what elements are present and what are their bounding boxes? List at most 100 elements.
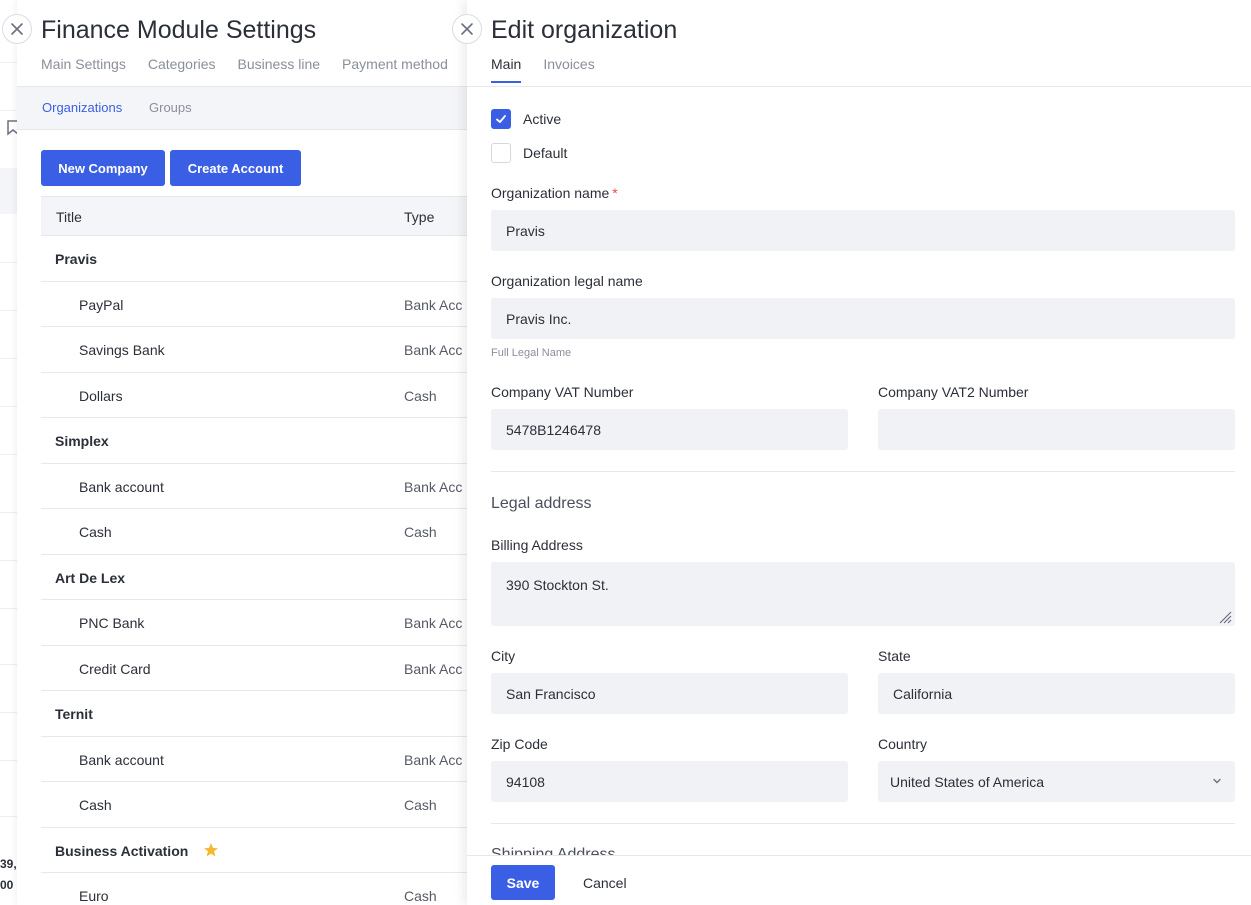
state-label: State (878, 648, 911, 664)
save-button[interactable]: Save (491, 865, 555, 900)
city-input[interactable] (491, 673, 848, 714)
create-account-button[interactable]: Create Account (170, 150, 301, 186)
row-type: Bank Acc (404, 751, 463, 768)
table-row[interactable]: Dollars Cash (41, 373, 467, 418)
legal-name-label: Organization legal name (491, 273, 643, 289)
bg-number: 00 (0, 878, 14, 892)
column-title-header[interactable]: Title (56, 209, 82, 225)
tab-main-settings[interactable]: Main Settings (41, 56, 126, 72)
row-title: Credit Card (79, 660, 151, 677)
tab-invoices[interactable]: Invoices (543, 56, 594, 83)
city-label: City (491, 648, 516, 664)
table-group-row[interactable]: Ternit (41, 691, 467, 737)
zip-input[interactable] (491, 761, 848, 802)
row-title: Cash (79, 524, 112, 540)
table-body: Pravis PayPal Bank Acc Savings Bank Bank Acc… (41, 236, 467, 905)
row-title: Art De Lex (55, 569, 126, 586)
vat-label: Company VAT Number (491, 384, 634, 400)
table-row[interactable]: PNC Bank Bank Acc (41, 600, 467, 646)
billing-address-textarea[interactable]: 390 Stockton St. (491, 562, 1235, 626)
table-row[interactable]: Cash Cash (41, 782, 467, 828)
table-group-row[interactable]: Art De Lex (41, 555, 467, 600)
close-icon (461, 23, 473, 35)
row-title: Ternit (55, 706, 93, 722)
row-title: Savings Bank (79, 342, 165, 358)
table-header: Title Type (41, 196, 467, 236)
org-name-input[interactable] (491, 210, 1235, 251)
row-type: Cash (404, 797, 437, 813)
country-select[interactable]: United States of America (878, 761, 1235, 802)
row-type: Bank Acc (404, 615, 463, 631)
subtab-groups[interactable]: Groups (149, 100, 192, 115)
resize-handle-icon[interactable] (1218, 610, 1232, 624)
table-group-row[interactable]: Pravis (41, 236, 467, 282)
row-title: Bank account (79, 478, 164, 495)
page-title: Finance Module Settings (41, 16, 317, 44)
required-marker: * (612, 185, 618, 201)
default-checkbox[interactable] (491, 143, 511, 163)
table-row[interactable]: Cash Cash (41, 509, 467, 555)
row-title: Pravis (55, 251, 98, 267)
country-value: United States of America (890, 773, 1045, 790)
column-type-header[interactable]: Type (404, 209, 434, 225)
edit-tabs: Main Invoices (491, 56, 595, 83)
tab-business-line[interactable]: Business line (238, 56, 321, 72)
row-title: PayPal (79, 296, 124, 313)
check-icon (496, 115, 506, 123)
table-group-row[interactable]: Simplex (41, 418, 467, 464)
close-settings-button[interactable] (2, 14, 32, 44)
organizations-table: Title Type Pravis PayPal Bank Acc Savings B… (41, 196, 467, 905)
chevron-down-icon (1213, 778, 1221, 784)
row-title: Cash (79, 797, 112, 813)
zip-label: Zip Code (491, 736, 548, 752)
org-name-label: Organization name * (491, 185, 618, 201)
row-type: Bank Acc (404, 342, 463, 358)
edit-organization-panel: Edit organization Main Invoices Active D… (467, 0, 1251, 905)
billing-address-label: Billing Address (491, 537, 583, 553)
table-row[interactable]: Credit Card Bank Acc (41, 646, 467, 691)
row-type: Bank Acc (404, 478, 463, 495)
tab-main[interactable]: Main (491, 56, 522, 83)
row-type: Cash (404, 524, 437, 540)
row-type: Cash (404, 387, 437, 404)
new-company-button[interactable]: New Company (41, 150, 165, 186)
subtab-organizations[interactable]: Organizations (42, 100, 122, 115)
panel-title: Edit organization (491, 16, 678, 44)
row-type: Bank Acc (404, 660, 463, 677)
close-edit-button[interactable] (452, 14, 482, 44)
row-type: Cash (404, 888, 437, 904)
table-row[interactable]: PayPal Bank Acc (41, 282, 467, 327)
table-row[interactable]: Bank account Bank Acc (41, 464, 467, 509)
section-divider (491, 823, 1235, 824)
star-icon[interactable] (203, 842, 219, 858)
tab-payment-method[interactable]: Payment method (342, 56, 448, 72)
active-label: Active (523, 111, 562, 127)
row-title: Dollars (79, 387, 123, 404)
country-label: Country (878, 736, 928, 752)
cancel-button[interactable]: Cancel (571, 865, 639, 900)
table-row[interactable]: Savings Bank Bank Acc (41, 327, 467, 373)
tab-categories[interactable]: Categories (148, 56, 216, 72)
active-checkbox[interactable] (491, 109, 511, 129)
close-icon (11, 23, 23, 35)
row-title: Euro (79, 888, 109, 904)
row-type: Bank Acc (404, 296, 463, 313)
row-title: Bank account (79, 751, 164, 768)
active-checkbox-row[interactable]: Active (491, 109, 561, 129)
default-label: Default (523, 145, 568, 161)
table-row[interactable]: Euro Cash (41, 873, 467, 905)
state-input[interactable] (878, 673, 1235, 714)
default-checkbox-row[interactable]: Default (491, 143, 567, 163)
section-divider (491, 471, 1235, 472)
org-name-label-text: Organization name (491, 185, 610, 201)
table-group-row[interactable]: Business Activation (41, 828, 467, 873)
legal-name-input[interactable] (491, 298, 1235, 339)
vat2-label: Company VAT2 Number (878, 384, 1029, 400)
settings-tabs: Main Settings Categories Business line P… (41, 56, 448, 72)
vat-input[interactable] (491, 409, 848, 450)
vat2-input[interactable] (878, 409, 1235, 450)
table-row[interactable]: Bank account Bank Acc (41, 737, 467, 782)
legal-address-title: Legal address (491, 495, 592, 512)
row-title: Simplex (55, 433, 109, 449)
form-footer: Save Cancel (467, 855, 1251, 905)
